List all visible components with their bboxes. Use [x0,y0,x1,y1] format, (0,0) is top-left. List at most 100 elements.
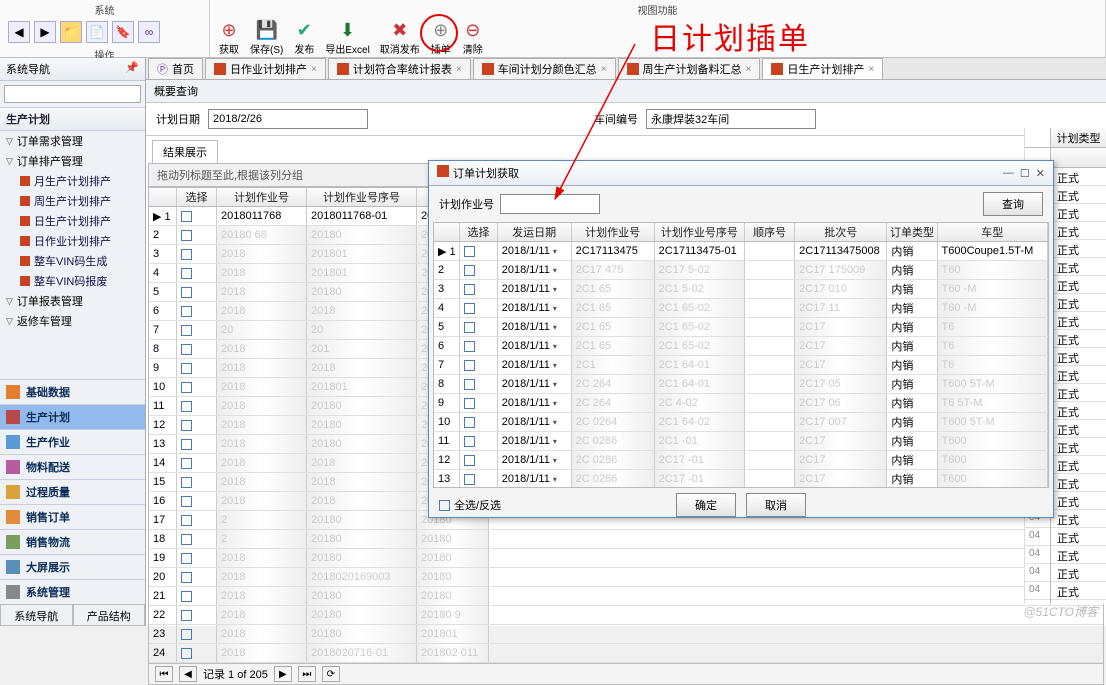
row-checkbox[interactable] [181,420,192,431]
table-row[interactable]: 23201820180201801 [149,625,1103,644]
row-checkbox[interactable] [464,379,475,390]
tab-week[interactable]: 周生产计划备料汇总× [618,58,761,79]
row-checkbox[interactable] [181,439,192,450]
prev-button[interactable]: ◀ [179,666,197,682]
row-checkbox[interactable] [464,322,475,333]
nav-item[interactable]: 月生产计划排产 [0,171,145,191]
dropdown-icon[interactable]: ▾ [550,380,560,389]
cat-item[interactable]: 销售物流 [0,529,145,554]
table-row[interactable]: 2120182018020180 [149,587,1103,606]
cancel-publish-button[interactable]: ✖取消发布 [376,17,424,58]
row-checkbox[interactable] [464,265,475,276]
row-checkbox[interactable] [464,246,475,257]
table-row[interactable]: 2420182018020716-01201802 011 [149,644,1103,663]
row-checkbox[interactable] [181,325,192,336]
row-checkbox[interactable] [181,648,192,659]
row-checkbox[interactable] [181,610,192,621]
cat-item[interactable]: 过程质量 [0,479,145,504]
table-row[interactable]: ▶ 12018/1/11▾2C171134752C17113475-012C17… [434,242,1048,261]
table-row[interactable]: 102018/1/11▾2C 02642C1 64-022C17 007内销T6… [434,413,1048,432]
vs-button[interactable]: ∞ [138,21,160,43]
minimize-icon[interactable]: — [1003,167,1014,180]
row-checkbox[interactable] [181,344,192,355]
row-checkbox[interactable] [464,455,475,466]
forward-button[interactable]: ▶ [34,21,56,43]
row-checkbox[interactable] [464,341,475,352]
table-row[interactable]: 42018/1/11▾2C1 652C1 65-022C17 11内销T60 -… [434,299,1048,318]
row-checkbox[interactable] [464,417,475,428]
modal-job-input[interactable] [500,194,600,214]
bookmark-button[interactable]: 🔖 [112,21,134,43]
close-icon[interactable]: × [746,64,752,75]
row-checkbox[interactable] [181,230,192,241]
dropdown-icon[interactable]: ▾ [550,247,560,256]
table-row[interactable]: 62018/1/11▾2C1 652C1 65-022C17内销T6 [434,337,1048,356]
nav-item[interactable]: 整车VIN码生成 [0,251,145,271]
export-excel-button[interactable]: ⬇导出Excel [321,17,373,58]
table-row[interactable]: 22018/1/11▾2C17 4752C17 5-022C17 175009内… [434,261,1048,280]
dropdown-icon[interactable]: ▾ [550,323,560,332]
folder-button[interactable]: 📁 [60,21,82,43]
nav-item[interactable]: 日作业计划排产 [0,231,145,251]
foot-tab-product[interactable]: 产品结构 [73,604,146,626]
ok-button[interactable]: 确定 [676,493,736,517]
table-row[interactable]: 122018/1/11▾2C 02862C17 -012C17内销T600 [434,451,1048,470]
row-checkbox[interactable] [464,474,475,485]
row-checkbox[interactable] [181,382,192,393]
row-checkbox[interactable] [464,436,475,447]
cat-item[interactable]: 物料配送 [0,454,145,479]
table-row[interactable]: 92018/1/11▾2C 2642C 4-022C17 06内销T6 5T-M [434,394,1048,413]
row-checkbox[interactable] [181,287,192,298]
row-checkbox[interactable] [181,572,192,583]
plan-date-input[interactable] [208,109,368,129]
cat-item[interactable]: 生产计划 [0,404,145,429]
foot-tab-nav[interactable]: 系统导航 [0,604,73,626]
nav-item[interactable]: 整车VIN码报废 [0,271,145,291]
dropdown-icon[interactable]: ▾ [550,399,560,408]
nav-item[interactable]: 周生产计划排产 [0,191,145,211]
close-icon[interactable]: × [601,64,607,75]
first-button[interactable]: ⏮ [155,666,173,682]
table-row[interactable]: 1920182018020180 [149,549,1103,568]
row-checkbox[interactable] [181,496,192,507]
maximize-icon[interactable]: ☐ [1020,167,1030,180]
table-row[interactable]: 82018/1/11▾2C 2642C1 64-012C17 05内销T600 … [434,375,1048,394]
select-all-checkbox[interactable] [439,500,450,511]
close-icon[interactable]: × [456,64,462,75]
publish-button[interactable]: ✔发布 [289,17,319,58]
pin-icon[interactable]: 📌 [125,61,139,77]
row-checkbox[interactable] [181,515,192,526]
table-row[interactable]: 112018/1/11▾2C 02862C1 -012C17内销T600 [434,432,1048,451]
nav-search-input[interactable] [4,85,141,103]
tab-stat[interactable]: 计划符合率统计报表× [328,58,471,79]
save-button[interactable]: 💾保存(S) [246,17,287,58]
tab-home[interactable]: Ⓟ首页 [148,58,203,79]
cat-item[interactable]: 系统管理 [0,579,145,604]
dropdown-icon[interactable]: ▾ [550,361,560,370]
nav-sched[interactable]: ▽订单排产管理 [0,151,145,171]
back-button[interactable]: ◀ [8,21,30,43]
dropdown-icon[interactable]: ▾ [550,437,560,446]
dropdown-icon[interactable]: ▾ [550,285,560,294]
fetch-button[interactable]: ⊕获取 [214,17,244,58]
cat-item[interactable]: 大屏展示 [0,554,145,579]
table-row[interactable]: 52018/1/11▾2C1 652C1 65-022C17内销T6 [434,318,1048,337]
table-row[interactable]: 132018/1/11▾2C 02862C17 -012C17内销T600 [434,470,1048,488]
row-checkbox[interactable] [464,360,475,371]
nav-item[interactable]: 日生产计划排产 [0,211,145,231]
dropdown-icon[interactable]: ▾ [550,342,560,351]
dropdown-icon[interactable]: ▾ [550,418,560,427]
doc-button[interactable]: 📄 [86,21,108,43]
row-checkbox[interactable] [181,458,192,469]
row-checkbox[interactable] [181,306,192,317]
row-checkbox[interactable] [464,284,475,295]
cat-item[interactable]: 销售订单 [0,504,145,529]
cancel-button[interactable]: 取消 [746,493,806,517]
row-checkbox[interactable] [181,249,192,260]
close-icon[interactable]: × [868,64,874,75]
row-checkbox[interactable] [181,591,192,602]
row-checkbox[interactable] [181,363,192,374]
row-checkbox[interactable] [181,553,192,564]
dropdown-icon[interactable]: ▾ [550,266,560,275]
last-button[interactable]: ⏭ [298,666,316,682]
